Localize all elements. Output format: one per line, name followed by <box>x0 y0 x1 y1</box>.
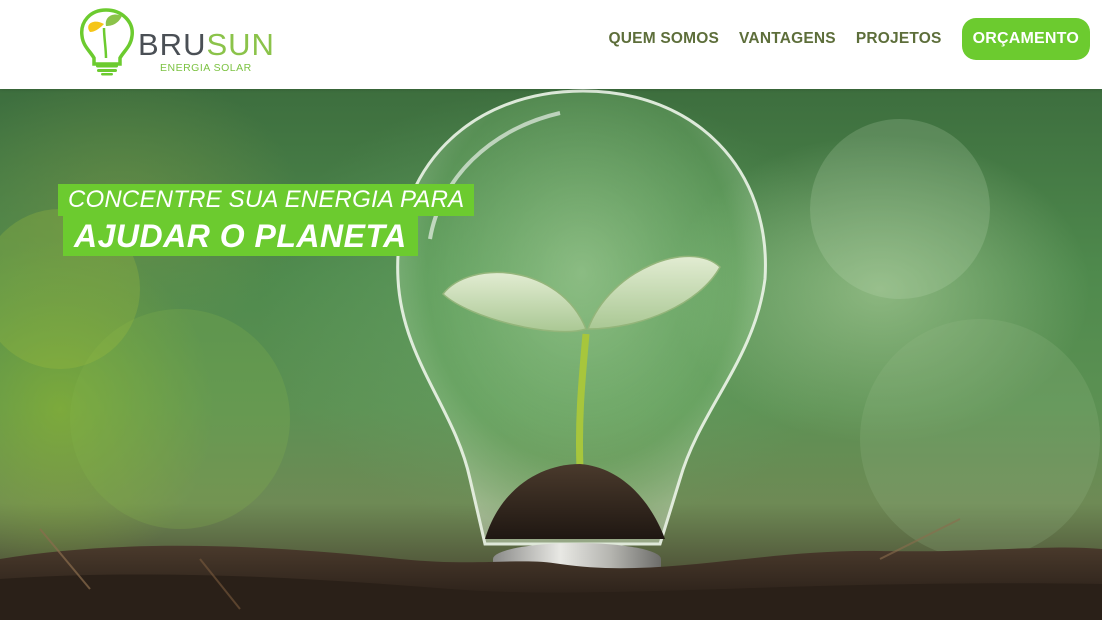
hero-headline-line1: CONCENTRE SUA ENERGIA PARA <box>58 184 475 216</box>
brand-name-part2: SUN <box>206 27 275 62</box>
brand-logo[interactable]: BRUSUN ENERGIA SOLAR <box>76 4 286 76</box>
site-header: BRUSUN ENERGIA SOLAR QUEM SOMOS VANTAGEN… <box>0 0 1102 89</box>
hero-banner: CONCENTRE SUA ENERGIA PARA AJUDAR O PLAN… <box>0 89 1102 620</box>
brand-name-part1: BRU <box>138 27 207 62</box>
brand-tagline: ENERGIA SOLAR <box>160 62 252 74</box>
orcamento-button[interactable]: ORÇAMENTO <box>961 18 1090 60</box>
nav-link-quem-somos[interactable]: QUEM SOMOS <box>609 30 720 48</box>
hero-image <box>0 89 1102 620</box>
nav-link-projetos[interactable]: PROJETOS <box>856 30 942 48</box>
hero-headline-line2: AJUDAR O PLANETA <box>63 216 418 256</box>
brand-name: BRUSUN <box>138 29 275 61</box>
lightbulb-leaf-icon <box>80 8 134 76</box>
main-nav: QUEM SOMOS VANTAGENS PROJETOS ORÇAMENTO <box>589 18 1090 60</box>
nav-link-vantagens[interactable]: VANTAGENS <box>739 30 836 48</box>
